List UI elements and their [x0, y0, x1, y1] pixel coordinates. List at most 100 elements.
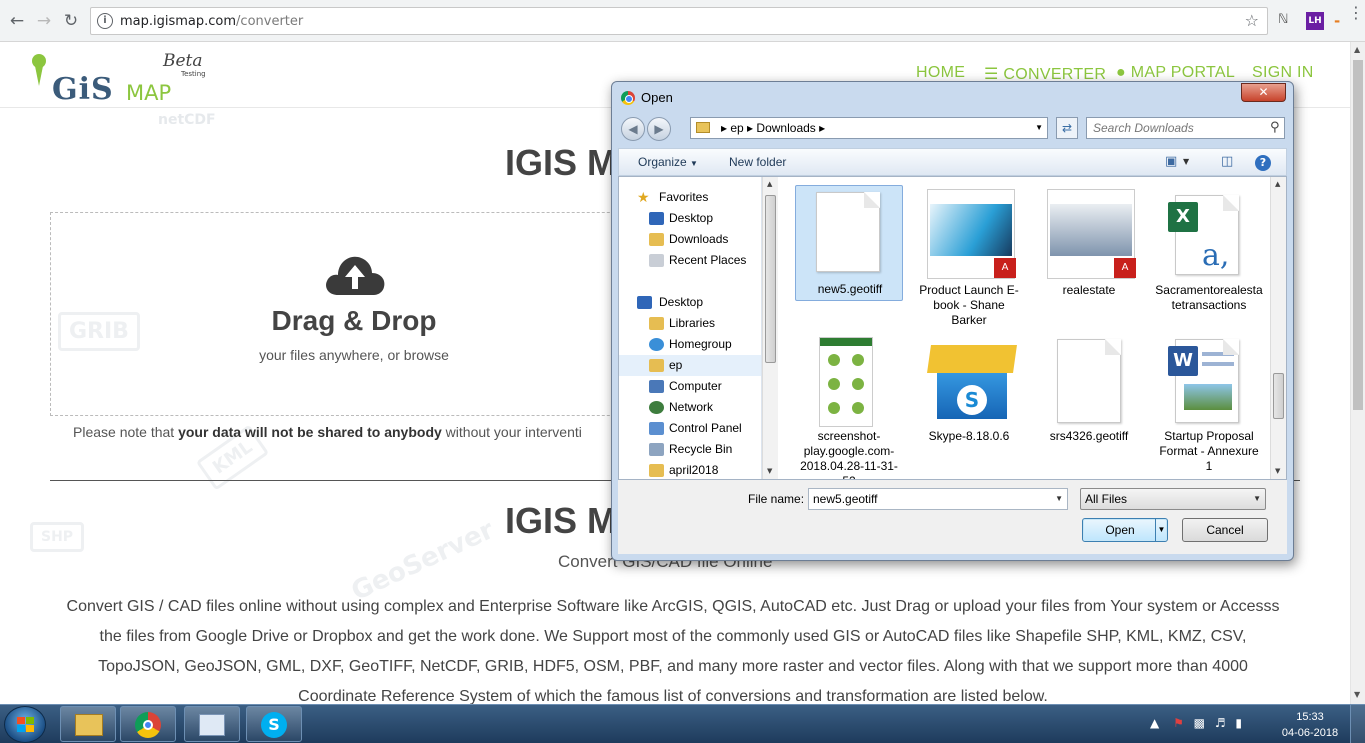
tree-item-downloads[interactable]: Downloads	[619, 229, 761, 250]
explorer-icon	[75, 714, 103, 736]
tray-flag-icon[interactable]: ⚑	[1173, 716, 1184, 730]
breadcrumb-downloads[interactable]: Downloads	[756, 121, 815, 135]
tray-expand-icon[interactable]: ▲	[1150, 716, 1159, 730]
igismap-logo[interactable]: GiS MAP Beta Testing	[26, 50, 206, 107]
file-item-new5-geotiff[interactable]: new5.geotiff	[795, 185, 903, 301]
volume-icon[interactable]: ♬	[1215, 716, 1226, 730]
dialog-back-icon[interactable]: ◀	[621, 117, 645, 141]
dialog-refresh-icon[interactable]: ⇄	[1056, 117, 1078, 139]
page-scroll-thumb[interactable]	[1353, 60, 1363, 410]
url-text[interactable]: map.igismap.com/converter	[120, 14, 303, 29]
reload-icon[interactable]: ↻	[60, 11, 82, 31]
view-options-icon[interactable]: ▣	[1165, 154, 1177, 169]
organize-button[interactable]: Organize ▼	[638, 155, 698, 169]
chevron-down-icon: ▼	[690, 159, 698, 168]
bookmark-star-icon[interactable]: ☆	[1245, 11, 1259, 30]
file-item-screenshot[interactable]: screenshot-play.google.com-2018.04.28-11…	[795, 331, 903, 479]
forward-arrow-icon[interactable]: →	[33, 11, 55, 31]
tray-device-icon[interactable]: ▩	[1194, 716, 1205, 730]
chrome-icon	[135, 712, 161, 738]
tree-item-homegroup[interactable]: Homegroup	[619, 334, 761, 355]
tree-item-control-panel[interactable]: Control Panel	[619, 418, 761, 439]
tree-item-ep[interactable]: ep	[619, 355, 761, 376]
scroll-up-arrow-icon[interactable]: ▲	[1354, 45, 1360, 54]
blank-file-icon	[1057, 339, 1121, 423]
scroll-up-arrow-icon[interactable]: ▲	[1275, 180, 1280, 188]
tree-item-april2018[interactable]: april2018	[619, 460, 761, 479]
help-icon[interactable]: ?	[1255, 155, 1271, 171]
menu-dots-icon[interactable]: ⋮	[1348, 5, 1364, 21]
dialog-search-input[interactable]: Search Downloads	[1086, 117, 1285, 139]
extension-dot-icon[interactable]: -	[1334, 12, 1340, 30]
page-scrollbar[interactable]: ▲ ▼	[1350, 42, 1365, 704]
extension-icon[interactable]: ℕ	[1278, 12, 1288, 27]
tree-item-desktop[interactable]: Desktop	[619, 292, 761, 313]
file-item-sacramento[interactable]: X a, Sacramentorealestatetransactions	[1155, 185, 1263, 333]
preview-pane-icon[interactable]: ◫	[1221, 154, 1233, 169]
file-name-input[interactable]: new5.geotiff ▼	[808, 488, 1068, 510]
file-dropzone[interactable]: Drag & Drop your files anywhere, or brow…	[50, 212, 670, 416]
taskbar-skype[interactable]: S	[246, 706, 302, 742]
network-signal-icon[interactable]: ▮	[1235, 716, 1242, 730]
tree-scrollbar[interactable]: ▲ ▼	[762, 177, 778, 479]
tree-scroll-thumb[interactable]	[765, 195, 776, 363]
tree-item-desktop-fav[interactable]: Desktop	[619, 208, 761, 229]
file-name: realestate	[1062, 283, 1116, 297]
word-file-icon: W	[1168, 339, 1239, 423]
file-item-startup-proposal[interactable]: W Startup Proposal Format - Annexure 1	[1155, 331, 1263, 479]
taskbar-windows[interactable]	[184, 706, 240, 742]
dialog-titlebar[interactable]: Open ✕	[612, 82, 1293, 112]
page-title: IGIS M	[505, 142, 618, 183]
back-arrow-icon[interactable]: ←	[6, 11, 28, 31]
taskbar-explorer[interactable]	[60, 706, 116, 742]
scroll-down-arrow-icon[interactable]: ▼	[1275, 467, 1280, 475]
search-icon[interactable]: ⚲	[1270, 120, 1280, 135]
description-paragraph: Convert GIS / CAD files online without u…	[66, 598, 1280, 704]
file-item-srs4326[interactable]: srs4326.geotiff	[1035, 331, 1143, 479]
new-folder-button[interactable]: New folder	[729, 155, 786, 169]
view-dropdown-icon[interactable]: ▼	[1183, 157, 1189, 166]
scroll-down-arrow-icon[interactable]: ▼	[767, 467, 772, 475]
logo-beta-text: Beta	[163, 51, 203, 71]
file-list: new5.geotiff A Product Launch E-book - S…	[779, 177, 1270, 479]
extension-lh-icon[interactable]: LH	[1306, 12, 1324, 30]
info-icon[interactable]: i	[97, 13, 113, 29]
taskbar-clock[interactable]: 15:33 04-06-2018	[1278, 709, 1342, 741]
taskbar-chrome[interactable]	[120, 706, 176, 742]
cancel-button[interactable]: Cancel	[1182, 518, 1268, 542]
tree-item-recent-places[interactable]: Recent Places	[619, 250, 761, 271]
file-item-realestate[interactable]: A realestate	[1035, 185, 1143, 333]
tree-item-libraries[interactable]: Libraries	[619, 313, 761, 334]
chevron-down-icon[interactable]: ▼	[1055, 489, 1063, 509]
tree-item-favorites[interactable]: ★ Favorites	[619, 187, 761, 208]
file-item-skype[interactable]: S Skype-8.18.0.6	[915, 331, 1023, 479]
scroll-up-arrow-icon[interactable]: ▲	[767, 180, 772, 188]
breadcrumb-dropdown-icon[interactable]: ▼	[1035, 118, 1043, 138]
dialog-forward-icon[interactable]: ▶	[647, 117, 671, 141]
tree-item-network[interactable]: Network	[619, 397, 761, 418]
start-button[interactable]	[4, 706, 46, 743]
tree-label: Homegroup	[669, 337, 732, 351]
tree-item-computer[interactable]: Computer	[619, 376, 761, 397]
drag-drop-subtitle[interactable]: your files anywhere, or browse	[51, 347, 657, 363]
close-icon[interactable]: ✕	[1241, 83, 1286, 102]
nav-sign-in[interactable]: SIGN IN	[1252, 64, 1314, 82]
nav-map-portal[interactable]: ● MAP PORTAL	[1116, 64, 1235, 82]
dialog-breadcrumb[interactable]: ▸ ep ▸ Downloads ▸ ▼	[690, 117, 1048, 139]
show-desktop-button[interactable]	[1350, 705, 1365, 743]
file-item-product-launch[interactable]: A Product Launch E-book - Shane Barker	[915, 185, 1023, 333]
note-prefix: Please note that	[73, 424, 179, 440]
open-split-arrow-icon[interactable]: ▼	[1155, 519, 1167, 541]
breadcrumb-sep-icon: ▸	[815, 121, 826, 135]
address-bar[interactable]: i map.igismap.com/converter ☆	[90, 7, 1268, 35]
file-list-scrollbar[interactable]: ▲ ▼	[1270, 177, 1286, 479]
tree-item-recycle-bin[interactable]: Recycle Bin	[619, 439, 761, 460]
open-button[interactable]: Open ▼	[1082, 518, 1168, 542]
file-list-scroll-thumb[interactable]	[1273, 373, 1284, 419]
file-type-select[interactable]: All Files ▼	[1080, 488, 1266, 510]
scroll-down-arrow-icon[interactable]: ▼	[1354, 690, 1360, 699]
breadcrumb-ep[interactable]: ep	[730, 121, 743, 135]
nav-home[interactable]: HOME	[916, 64, 965, 82]
open-button-label: Open	[1105, 523, 1135, 537]
file-name: Skype-8.18.0.6	[928, 429, 1010, 443]
